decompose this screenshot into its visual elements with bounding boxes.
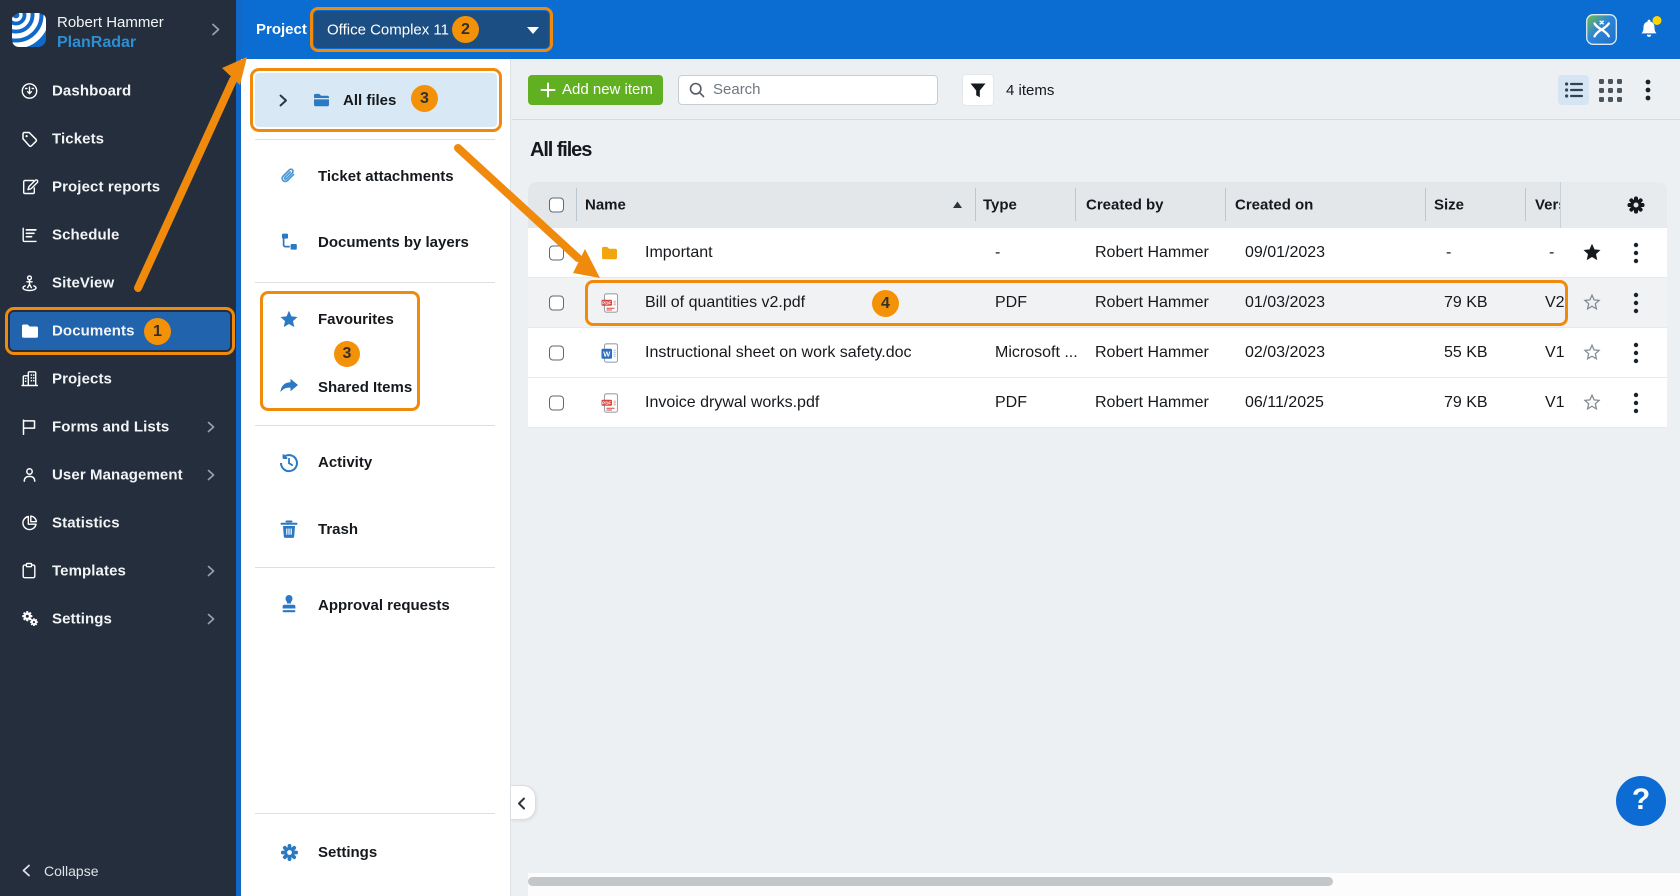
svg-text:PDF: PDF <box>602 300 611 305</box>
svg-text:W: W <box>603 349 610 358</box>
svg-text:PDF: PDF <box>602 400 611 405</box>
